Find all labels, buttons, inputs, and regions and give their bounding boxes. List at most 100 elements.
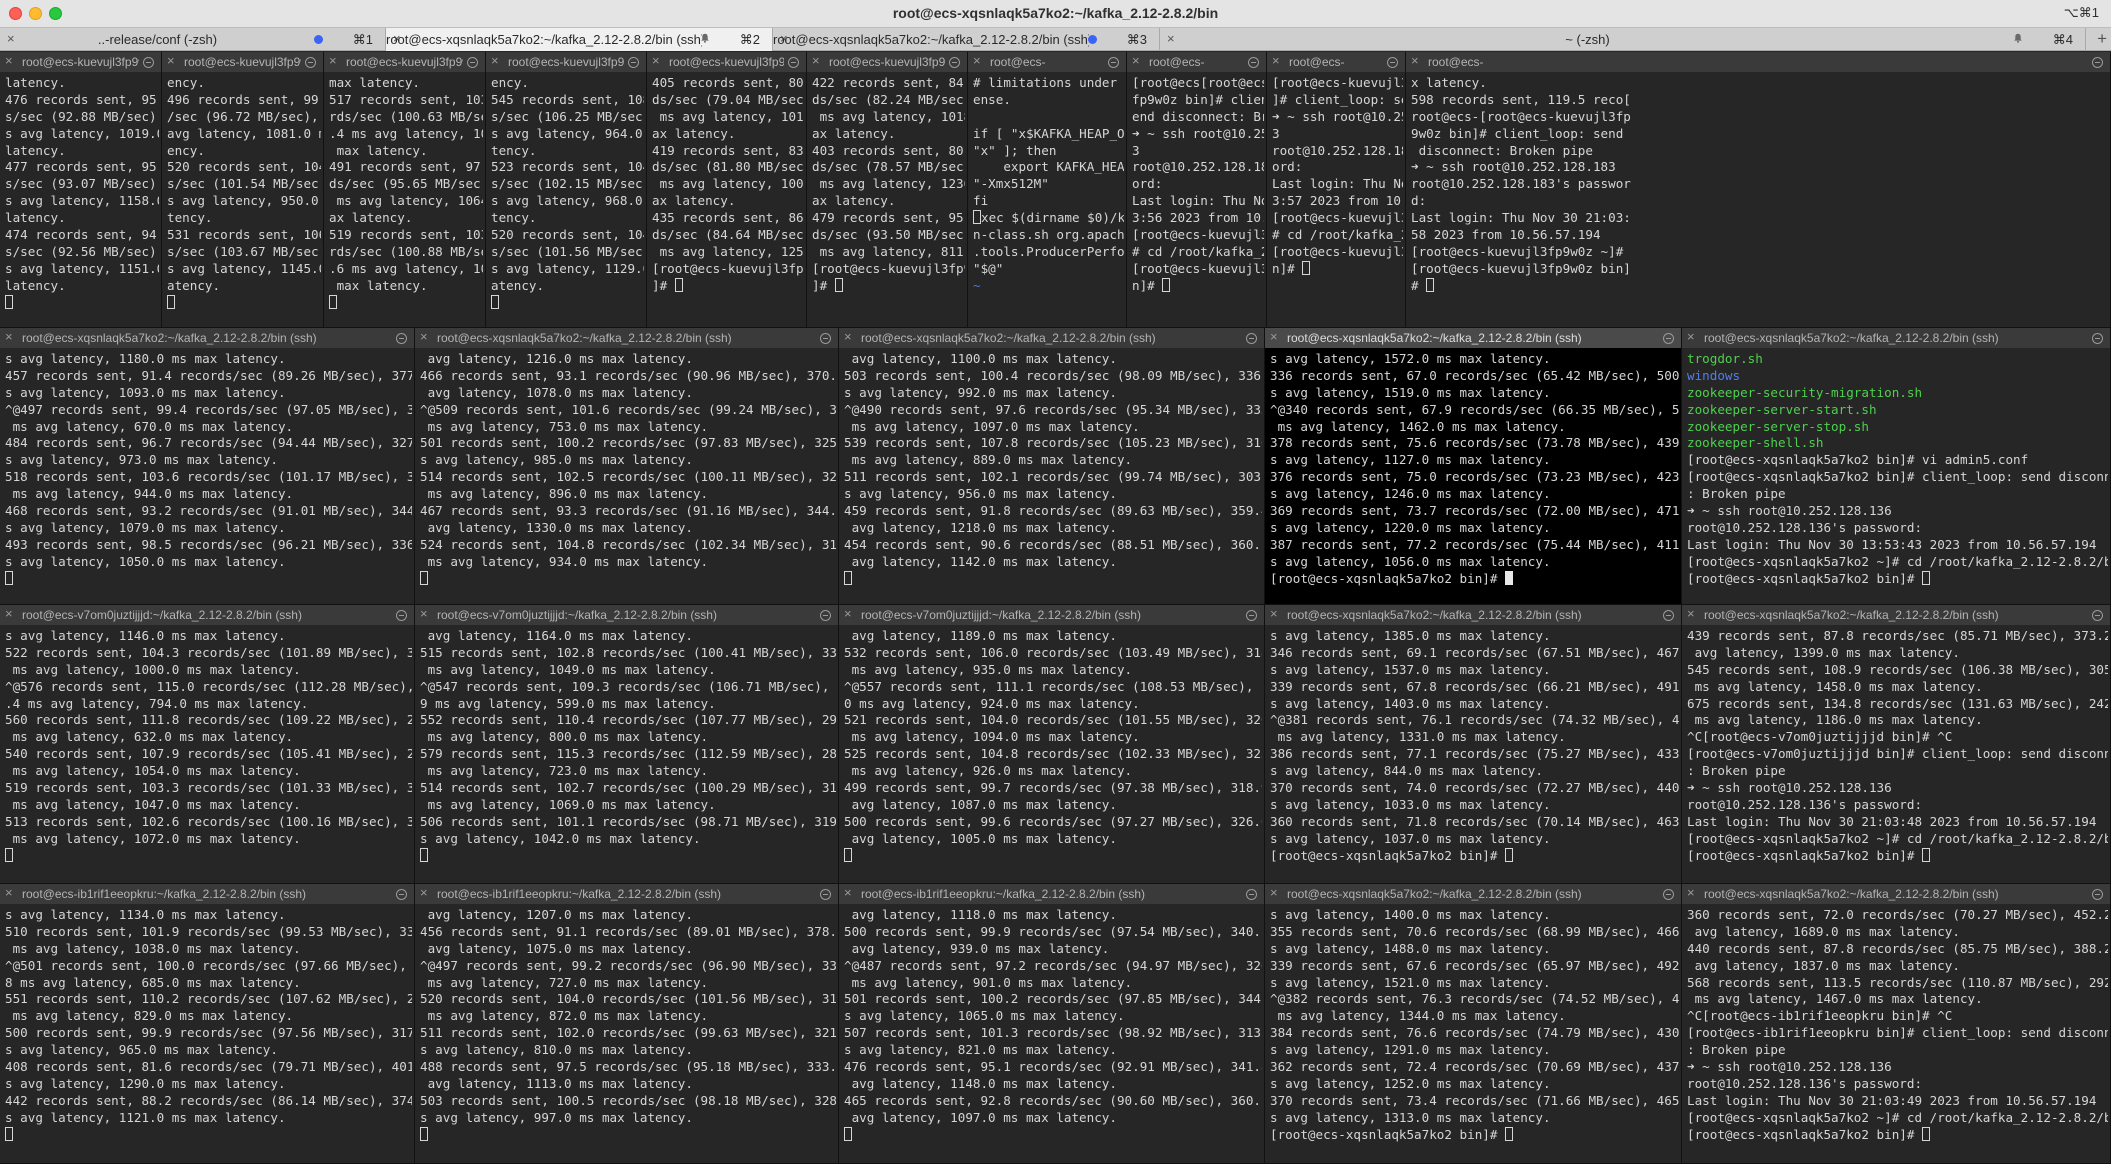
close-pane-icon[interactable]: × <box>1270 329 1278 344</box>
terminal-pane-10[interactable]: × root@ecs-x latency. 598 records sent, 11… <box>1406 52 2111 328</box>
close-pane-icon[interactable]: × <box>1272 53 1280 68</box>
terminal-output[interactable]: ency.496 records sent, 99.0 records/sec … <box>167 75 321 325</box>
terminal-pane-18[interactable]: × root@ecs-v7om0juztijjjd:~/kafka_2.12-2.… <box>839 605 1265 884</box>
pane-menu-icon[interactable] <box>1246 889 1257 900</box>
terminal-output[interactable]: s avg latency, 1180.0 ms max latency. 457… <box>5 351 412 602</box>
terminal-output[interactable]: ency.545 records sent, 108.8 records/sec… <box>491 75 644 325</box>
close-pane-icon[interactable]: × <box>1270 885 1278 900</box>
terminal-output[interactable]: # limitations under the License. if [ "x$… <box>973 75 1124 325</box>
close-pane-icon[interactable]: × <box>5 329 13 344</box>
terminal-pane-11[interactable]: × root@ecs-xqsnlaqk5a7ko2:~/kafka_2.12-2.… <box>0 328 415 605</box>
pane-menu-icon[interactable] <box>396 610 407 621</box>
pane-menu-icon[interactable] <box>2092 57 2103 68</box>
tab-1[interactable]: × ..-release/conf (-zsh) ⌘1 <box>0 28 386 51</box>
pane-menu-icon[interactable] <box>1663 333 1674 344</box>
terminal-pane-16[interactable]: × root@ecs-v7om0juztijjjd:~/kafka_2.12-2.… <box>0 605 415 884</box>
close-pane-icon[interactable]: × <box>844 885 852 900</box>
terminal-pane-3[interactable]: ×root@ecs-kuevujl3fp9w0z:~/max latency.5… <box>324 52 486 328</box>
close-pane-icon[interactable]: × <box>5 606 13 621</box>
terminal-output[interactable]: max latency.517 records sent, 103.0 reco… <box>329 75 483 325</box>
terminal-output[interactable]: avg latency, 1207.0 ms max latency. 456 r… <box>420 907 836 1161</box>
pane-menu-icon[interactable] <box>2092 333 2103 344</box>
terminal-output[interactable]: avg latency, 1100.0 ms max latency. 503 r… <box>844 351 1262 602</box>
pane-menu-icon[interactable] <box>820 889 831 900</box>
tab-4[interactable]: × ~ (-zsh) ⌘4 <box>1160 28 2086 51</box>
pane-menu-icon[interactable] <box>2092 610 2103 621</box>
close-pane-icon[interactable]: × <box>1132 53 1140 68</box>
pane-menu-icon[interactable] <box>396 333 407 344</box>
terminal-output[interactable]: 422 records sent, 84.2 records/sec (82.2… <box>812 75 965 325</box>
close-pane-icon[interactable]: × <box>491 53 499 68</box>
terminal-pane-4[interactable]: × root@ecs-kuevujl3fp9w0z:~/ ency.545 reco… <box>486 52 647 328</box>
terminal-pane-25[interactable]: × root@ecs-xqsnlaqk5a7ko2:~/kafka_2.12-2.… <box>1682 884 2111 1164</box>
terminal-pane-2[interactable]: ×root@ecs-kuevujl3fp9w0z:~/ency.496 reco… <box>162 52 324 328</box>
close-pane-icon[interactable]: × <box>812 53 820 68</box>
pane-menu-icon[interactable] <box>949 57 960 68</box>
close-pane-icon[interactable]: × <box>844 329 852 344</box>
terminal-pane-8[interactable]: × root@ecs- [root@ecs[root@ecs-kuevujl3fp9… <box>1127 52 1267 328</box>
terminal-output[interactable]: avg latency, 1164.0 ms max latency. 515 r… <box>420 628 836 881</box>
terminal-pane-20[interactable]: × root@ecs-xqsnlaqk5a7ko2:~/kafka_2.12-2.… <box>1682 605 2111 884</box>
pane-menu-icon[interactable] <box>820 610 831 621</box>
terminal-output[interactable]: trogdor.sh windows zookeeper-security-migr… <box>1687 351 2108 602</box>
terminal-pane-7[interactable]: × root@ecs- # limitations under the Licens… <box>968 52 1127 328</box>
close-pane-icon[interactable]: × <box>1270 606 1278 621</box>
pane-menu-icon[interactable] <box>788 57 799 68</box>
terminal-output[interactable]: s avg latency, 1146.0 ms max latency. 522… <box>5 628 412 881</box>
pane-menu-icon[interactable] <box>820 333 831 344</box>
terminal-pane-5[interactable]: × root@ecs-kuevujl3fp9w0z:~/ 405 records s… <box>647 52 807 328</box>
terminal-output[interactable]: 360 records sent, 72.0 records/sec (70.2… <box>1687 907 2108 1161</box>
terminal-pane-17[interactable]: × root@ecs-v7om0juztijjjd:~/kafka_2.12-2.… <box>415 605 839 884</box>
terminal-output[interactable]: s avg latency, 1572.0 ms max latency. 336… <box>1270 351 1679 602</box>
pane-menu-icon[interactable] <box>1663 889 1674 900</box>
new-tab-button[interactable]: + <box>2097 29 2107 49</box>
tab-3[interactable]: × root@ecs-xqsnlaqk5a7ko2:~/kafka_2.12-2.… <box>773 28 1160 51</box>
close-pane-icon[interactable]: × <box>844 606 852 621</box>
terminal-output[interactable]: 405 records sent, 80.9 records/sec (79.0… <box>652 75 804 325</box>
terminal-pane-19[interactable]: × root@ecs-xqsnlaqk5a7ko2:~/kafka_2.12-2.… <box>1265 605 1682 884</box>
close-pane-icon[interactable]: × <box>1687 885 1695 900</box>
close-pane-icon[interactable]: × <box>420 606 428 621</box>
terminal-output[interactable]: s avg latency, 1385.0 ms max latency. 346… <box>1270 628 1679 881</box>
close-pane-icon[interactable]: × <box>1687 329 1695 344</box>
pane-menu-icon[interactable] <box>1387 57 1398 68</box>
terminal-output[interactable]: avg latency, 1118.0 ms max latency. 500 r… <box>844 907 1262 1161</box>
close-pane-icon[interactable]: × <box>1411 53 1419 68</box>
close-pane-icon[interactable]: × <box>329 53 337 68</box>
pane-menu-icon[interactable] <box>1108 57 1119 68</box>
close-pane-icon[interactable]: × <box>5 53 13 68</box>
terminal-output[interactable]: avg latency, 1216.0 ms max latency. 466 r… <box>420 351 836 602</box>
terminal-pane-24[interactable]: × root@ecs-xqsnlaqk5a7ko2:~/kafka_2.12-2.… <box>1265 884 1682 1164</box>
terminal-pane-6[interactable]: × root@ecs-kuevujl3fp9w0z:~/ 422 records s… <box>807 52 968 328</box>
pane-menu-icon[interactable] <box>143 57 154 68</box>
terminal-pane-23[interactable]: × root@ecs-ib1rif1eeopkru:~/kafka_2.12-2.… <box>839 884 1265 1164</box>
close-pane-icon[interactable]: × <box>420 329 428 344</box>
terminal-output[interactable]: x latency. 598 records sent, 119.5 reco[r… <box>1411 75 2108 325</box>
terminal-pane-1[interactable]: ×root@ecs-kuevujl3fp9w0z:~/latency.476 r… <box>0 52 162 328</box>
terminal-pane-9[interactable]: × root@ecs- [root@ecs-kuevujl3fp9w0z bin]]… <box>1267 52 1406 328</box>
close-pane-icon[interactable]: × <box>652 53 660 68</box>
terminal-pane-22[interactable]: × root@ecs-ib1rif1eeopkru:~/kafka_2.12-2.… <box>415 884 839 1164</box>
terminal-output[interactable]: 439 records sent, 87.8 records/sec (85.7… <box>1687 628 2108 881</box>
close-pane-icon[interactable]: × <box>973 53 981 68</box>
terminal-pane-15[interactable]: × root@ecs-xqsnlaqk5a7ko2:~/kafka_2.12-2.… <box>1682 328 2111 605</box>
close-pane-icon[interactable]: × <box>420 885 428 900</box>
terminal-output[interactable]: s avg latency, 1400.0 ms max latency. 355… <box>1270 907 1679 1161</box>
close-pane-icon[interactable]: × <box>5 885 13 900</box>
pane-menu-icon[interactable] <box>396 889 407 900</box>
pane-menu-icon[interactable] <box>1246 610 1257 621</box>
terminal-pane-12[interactable]: × root@ecs-xqsnlaqk5a7ko2:~/kafka_2.12-2.… <box>415 328 839 605</box>
close-pane-icon[interactable]: × <box>1687 606 1695 621</box>
pane-menu-icon[interactable] <box>467 57 478 68</box>
terminal-pane-13[interactable]: × root@ecs-xqsnlaqk5a7ko2:~/kafka_2.12-2.… <box>839 328 1265 605</box>
pane-menu-icon[interactable] <box>1246 333 1257 344</box>
terminal-pane-14[interactable]: × root@ecs-xqsnlaqk5a7ko2:~/kafka_2.12-2.… <box>1265 328 1682 605</box>
terminal-output[interactable]: avg latency, 1189.0 ms max latency. 532 r… <box>844 628 1262 881</box>
pane-menu-icon[interactable] <box>305 57 316 68</box>
terminal-output[interactable]: [root@ecs[root@ecs-kuevujl3fp9w0z bin]# … <box>1132 75 1264 325</box>
terminal-output[interactable]: [root@ecs-kuevujl3fp9w0z bin]]# client_l… <box>1272 75 1403 325</box>
terminal-pane-21[interactable]: × root@ecs-ib1rif1eeopkru:~/kafka_2.12-2.… <box>0 884 415 1164</box>
pane-menu-icon[interactable] <box>628 57 639 68</box>
pane-menu-icon[interactable] <box>1248 57 1259 68</box>
terminal-output[interactable]: latency.476 records sent, 95.1 records/s… <box>5 75 159 325</box>
